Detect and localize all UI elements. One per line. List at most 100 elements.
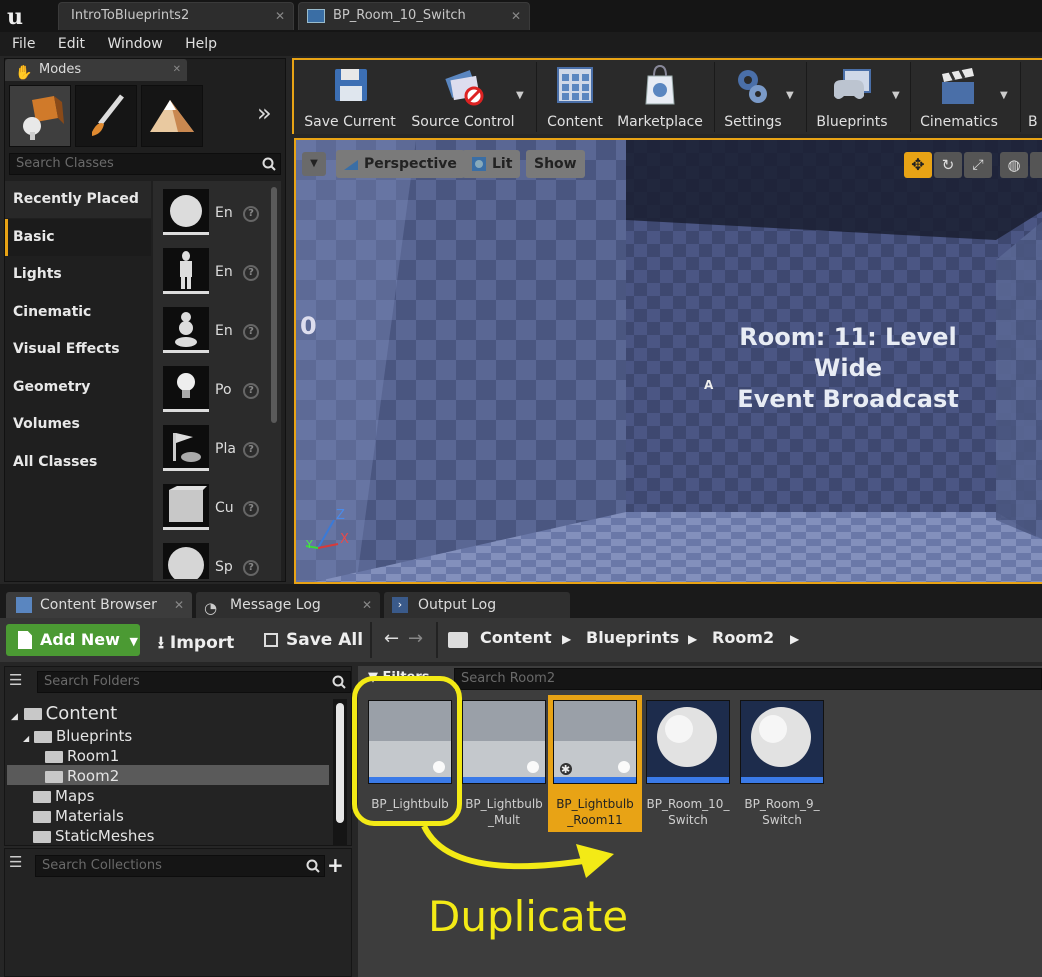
tree-item-staticmeshes[interactable]: StaticMeshes [33, 827, 154, 843]
search-icon [332, 675, 346, 689]
category-visual-effects[interactable]: Visual Effects [5, 331, 151, 368]
category-geometry[interactable]: Geometry [5, 369, 151, 406]
category-lights[interactable]: Lights [5, 256, 151, 293]
category-cinematic[interactable]: Cinematic [5, 294, 151, 331]
category-basic[interactable]: Basic [5, 219, 151, 256]
menu-window[interactable]: Window [107, 32, 162, 56]
help-icon[interactable]: ? [243, 265, 259, 281]
more-modes-icon[interactable]: » [257, 99, 272, 127]
breadcrumb-room2[interactable]: Room2 [712, 628, 774, 647]
add-collection-icon[interactable]: + [327, 853, 344, 877]
list-item[interactable] [163, 189, 209, 235]
world-space-icon[interactable]: ◍ [1000, 152, 1028, 178]
save-all-button[interactable]: Save All [264, 630, 363, 650]
search-classes-input[interactable]: Search Classes [9, 153, 281, 175]
close-icon[interactable]: ✕ [511, 3, 521, 29]
category-volumes[interactable]: Volumes [5, 406, 151, 443]
chevron-down-icon[interactable]: ▼ [892, 90, 900, 101]
save-current-button[interactable]: Save Current [300, 64, 400, 134]
tab-blueprint[interactable]: BP_Room_10_Switch ✕ [298, 2, 530, 30]
chevron-down-icon[interactable]: ▼ [1000, 90, 1008, 101]
viewport-options-chevron-icon[interactable]: ▼ [302, 152, 326, 176]
import-button[interactable]: ⭳ Import [158, 630, 234, 659]
help-icon[interactable]: ? [243, 560, 259, 576]
add-new-button[interactable]: Add New ▼ [6, 624, 140, 656]
paint-mode-button[interactable] [75, 85, 137, 147]
asset-tile[interactable]: ✱ [553, 700, 637, 784]
list-item[interactable] [163, 484, 209, 530]
modes-tab[interactable]: ✋ Modes ✕ [5, 59, 187, 81]
tree-item-materials[interactable]: Materials [33, 807, 124, 825]
help-icon[interactable]: ? [243, 501, 259, 517]
back-arrow-icon[interactable]: ← [384, 628, 399, 649]
breadcrumb-separator-icon[interactable]: ▶ [562, 632, 571, 646]
collections-icon[interactable]: ☰ [9, 853, 31, 875]
tree-item-room2[interactable]: Room2 [45, 767, 119, 785]
help-icon[interactable]: ? [243, 383, 259, 399]
chevron-down-icon[interactable]: ▼ [786, 90, 794, 101]
tab-output-log[interactable]: › Output Log [384, 592, 570, 618]
menu-help[interactable]: Help [185, 32, 217, 56]
chevron-down-icon[interactable]: ▼ [516, 90, 524, 101]
close-icon[interactable]: ✕ [275, 3, 285, 29]
perspective-button[interactable]: Perspective [336, 150, 465, 178]
help-icon[interactable]: ? [243, 324, 259, 340]
unreal-logo-icon[interactable]: u [4, 2, 32, 30]
breadcrumb-separator-icon[interactable]: ▶ [688, 632, 697, 646]
search-assets-input[interactable]: Search Room2 [454, 668, 1042, 690]
forward-arrow-icon[interactable]: → [408, 628, 423, 649]
asset-tile[interactable] [646, 700, 730, 784]
asset-label-line: BP_Lightbulb [465, 797, 543, 811]
level-viewport[interactable]: ▼ Perspective Lit Show ✥ ↻ ⤢ ◍ 0 Room: 1… [294, 138, 1042, 584]
list-item[interactable] [163, 366, 209, 412]
category-all-classes[interactable]: All Classes [5, 444, 151, 481]
chevron-down-icon: ▼ [129, 635, 138, 648]
list-item[interactable] [163, 248, 209, 294]
asset-tile[interactable] [462, 700, 546, 784]
close-icon[interactable]: ✕ [362, 592, 372, 618]
class-list-scrollbar[interactable] [271, 187, 277, 423]
tree-item-content[interactable]: ◢ Content [11, 703, 117, 724]
breadcrumb-separator-icon[interactable]: ▶ [790, 632, 799, 646]
tab-level[interactable]: IntroToBlueprints2 ✕ [58, 2, 294, 30]
place-mode-button[interactable] [9, 85, 71, 147]
menu-file[interactable]: File [12, 32, 35, 56]
help-icon[interactable]: ? [243, 206, 259, 222]
menu-edit[interactable]: Edit [58, 32, 85, 56]
list-item[interactable] [163, 307, 209, 353]
breadcrumb-blueprints[interactable]: Blueprints [586, 628, 679, 647]
cinematics-button[interactable]: Cinematics [914, 64, 1004, 134]
category-recently-placed[interactable]: Recently Placed [5, 181, 151, 218]
lit-button[interactable]: Lit [462, 150, 521, 178]
search-collections-input[interactable]: Search Collections [35, 855, 325, 877]
tree-item-room1[interactable]: Room1 [45, 747, 119, 765]
show-button[interactable]: Show [526, 150, 585, 178]
snap-button[interactable] [1030, 152, 1042, 178]
close-icon[interactable]: ✕ [173, 59, 181, 81]
scrollbar-thumb[interactable] [336, 703, 344, 823]
tab-content-browser[interactable]: Content Browser ✕ [6, 592, 192, 618]
search-folders-input[interactable]: Search Folders [37, 671, 351, 693]
tree-label: Blueprints [55, 727, 133, 745]
help-icon[interactable]: ? [243, 442, 259, 458]
sources-toggle-icon[interactable]: ☰ [9, 671, 31, 693]
scale-tool-icon[interactable]: ⤢ [964, 152, 992, 178]
tree-item-maps[interactable]: Maps [33, 787, 94, 805]
settings-button[interactable]: Settings [718, 64, 788, 134]
source-control-button[interactable]: Source Control [404, 64, 522, 134]
folder-scrollbar[interactable] [333, 699, 347, 845]
asset-tile[interactable] [740, 700, 824, 784]
tree-item-blueprints[interactable]: ◢ Blueprints [23, 727, 132, 745]
list-item[interactable] [163, 425, 209, 471]
rotate-tool-icon[interactable]: ↻ [934, 152, 962, 178]
marketplace-button[interactable]: Marketplace [612, 64, 708, 134]
translate-tool-icon[interactable]: ✥ [904, 152, 932, 178]
close-icon[interactable]: ✕ [174, 592, 184, 618]
tab-message-log[interactable]: ◔ Message Log ✕ [196, 592, 380, 618]
blueprints-button[interactable]: Blueprints [810, 64, 894, 134]
content-button[interactable]: Content [542, 64, 608, 134]
build-button[interactable]: B [1024, 64, 1042, 134]
breadcrumb-content[interactable]: Content [480, 628, 552, 647]
list-item[interactable] [163, 543, 209, 583]
landscape-mode-button[interactable] [141, 85, 203, 147]
